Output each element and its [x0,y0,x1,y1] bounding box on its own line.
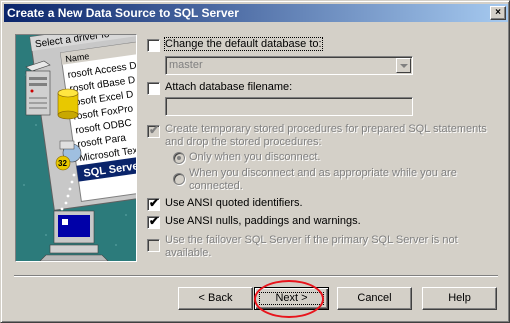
failover-label-line2: available. [165,247,212,259]
next-button[interactable]: Next > [254,287,329,310]
checkmark-icon: ✔ [149,123,160,137]
attach-db-filename-field[interactable] [165,97,413,116]
help-button-label: Help [448,292,471,304]
separator [14,275,498,277]
change-default-db-label[interactable]: Change the default database to: [164,37,323,51]
ansi-quoted-label[interactable]: Use ANSI quoted identifiers. [165,197,303,209]
title-bar[interactable]: Create a New Data Source to SQL Server × [4,4,508,22]
failover-label-line1: Use the failover SQL Server if the prima… [165,234,458,246]
illus-badge: 32 [58,159,67,168]
next-button-label: Next > [275,292,308,304]
database-icon [57,88,79,120]
default-db-select[interactable]: master [165,56,413,75]
window-title: Create a New Data Source to SQL Server [7,6,239,20]
radio-dot-icon [177,156,181,160]
radio-only-disconnect-label: Only when you disconnect. [189,151,321,163]
create-temp-procs-label-line2: and drop the stored procedures: [165,136,322,148]
checkmark-icon: ✔ [149,214,160,228]
back-button-label: < Back [198,292,233,304]
wizard-art: Select a driver fo Name rosoft Access D … [16,35,136,261]
attach-db-checkbox[interactable] [147,82,160,95]
radio-when-appropriate-label-line2: connected. [189,180,243,192]
ansi-quoted-checkbox[interactable]: ✔ [147,196,160,211]
radio-when-appropriate-label-line1: When you disconnect and as appropriate w… [189,167,457,179]
dialog-window: Create a New Data Source to SQL Server ×… [0,0,510,323]
create-temp-procs-label-line1: Create temporary stored procedures for p… [165,123,487,135]
ansi-nulls-checkbox[interactable]: ✔ [147,214,160,229]
default-db-value: master [169,59,203,71]
chevron-down-icon [400,64,408,68]
radio-only-disconnect[interactable] [173,152,185,164]
ansi-nulls-label[interactable]: Use ANSI nulls, paddings and warnings. [165,215,361,227]
close-icon: × [495,7,501,18]
failover-checkbox[interactable] [147,239,160,252]
checkmark-icon: ✔ [149,196,160,210]
change-default-db-checkbox[interactable] [147,39,160,52]
dropdown-button[interactable] [396,58,411,73]
radio-when-appropriate[interactable] [173,173,185,185]
back-button[interactable]: < Back [178,287,253,310]
attach-db-label[interactable]: Attach database filename: [165,81,292,93]
help-button[interactable]: Help [422,287,497,310]
close-button[interactable]: × [490,6,506,20]
cancel-button-label: Cancel [357,292,392,304]
cancel-button[interactable]: Cancel [337,287,412,310]
wizard-illustration: Select a driver fo Name rosoft Access D … [15,34,137,262]
create-temp-procs-checkbox[interactable]: ✔ [147,123,160,138]
